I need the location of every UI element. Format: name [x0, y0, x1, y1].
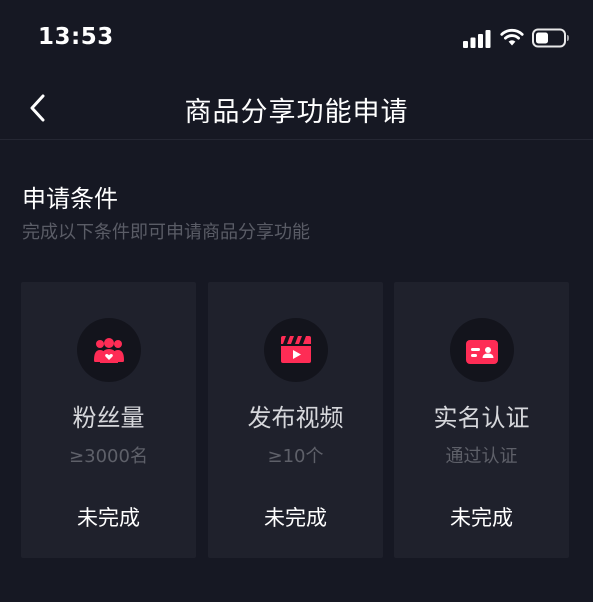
condition-title: 粉丝量	[72, 404, 145, 432]
condition-title: 实名认证	[433, 404, 530, 432]
condition-status: 未完成	[450, 506, 513, 530]
condition-status: 未完成	[264, 506, 327, 530]
id-card-icon	[465, 340, 498, 364]
condition-card-verify[interactable]: 实名认证 通过认证 未完成	[394, 282, 569, 558]
condition-requirement: ≥3000名	[69, 446, 148, 467]
status-bar: 13:53	[0, 0, 593, 78]
screen: 13:53 商品分享功能申请 申请条件 完成以下条件即可申请商品分享功能 粉丝量…	[0, 0, 593, 602]
section-title: 申请条件	[22, 185, 118, 213]
signal-icon	[463, 30, 491, 48]
wifi-icon	[500, 28, 524, 46]
nav-bar: 商品分享功能申请	[0, 78, 593, 140]
condition-status: 未完成	[77, 506, 140, 530]
bottom-area	[0, 580, 593, 602]
condition-cards: 粉丝量 ≥3000名 未完成 发布视频 ≥10个 未完成 实名认证 通过认证 未…	[21, 282, 569, 558]
section-subtitle: 完成以下条件即可申请商品分享功能	[22, 222, 310, 243]
condition-requirement: 通过认证	[445, 446, 518, 467]
status-time: 13:53	[38, 24, 114, 50]
icon-circle	[263, 318, 328, 382]
condition-requirement: ≥10个	[267, 446, 324, 467]
condition-card-fans[interactable]: 粉丝量 ≥3000名 未完成	[21, 282, 196, 558]
battery-icon	[532, 28, 569, 48]
page-title: 商品分享功能申请	[184, 97, 409, 128]
video-clapper-icon	[280, 336, 311, 363]
icon-circle	[76, 318, 141, 382]
condition-card-videos[interactable]: 发布视频 ≥10个 未完成	[208, 282, 383, 558]
condition-title: 发布视频	[247, 404, 344, 432]
icon-circle	[449, 318, 514, 382]
fans-icon	[93, 338, 124, 363]
